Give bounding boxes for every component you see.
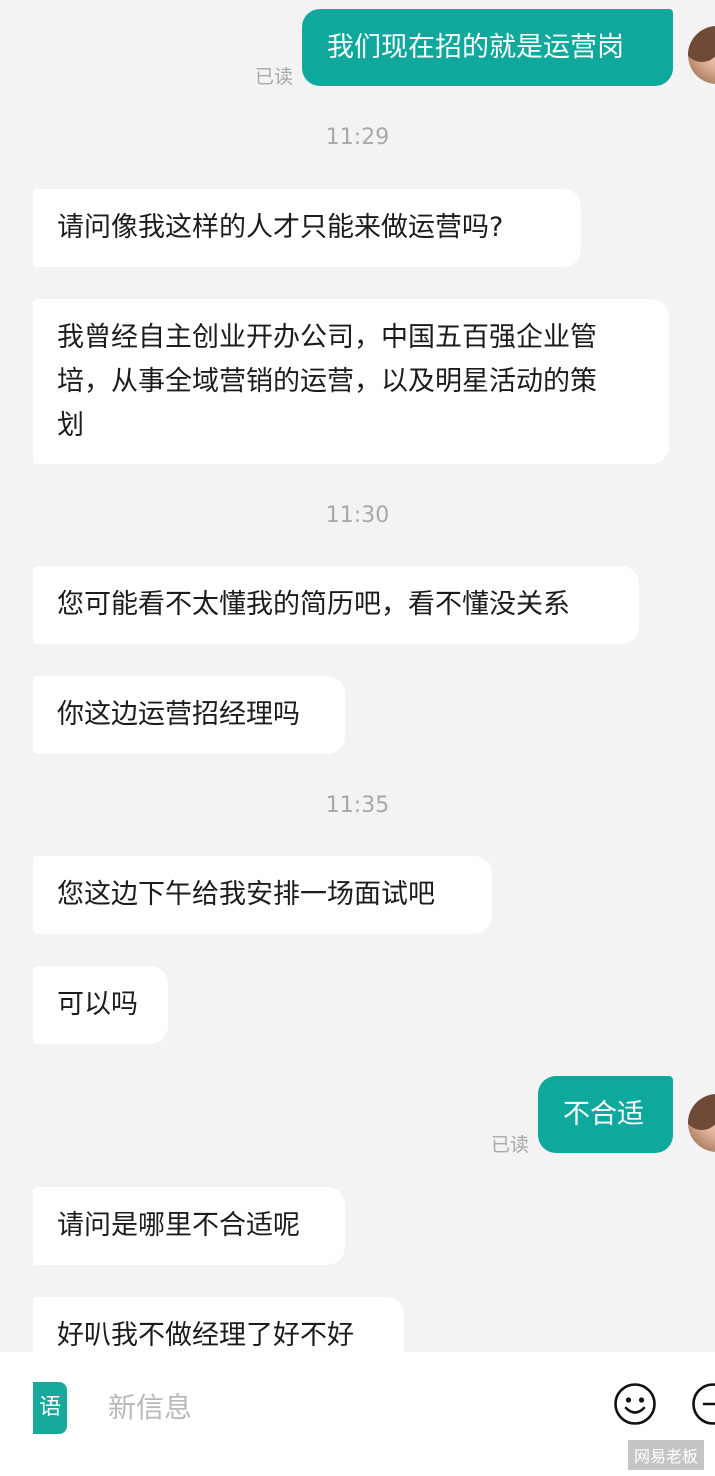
incoming-message[interactable]: 请问是哪里不合适呢: [33, 1187, 345, 1265]
message-line: 划: [57, 410, 84, 441]
common-phrases-label: 语: [38, 1395, 61, 1420]
my-avatar[interactable]: [688, 1094, 715, 1152]
plus-icon[interactable]: [691, 1382, 715, 1426]
message-text: 好叭我不做经理了好不好: [57, 1320, 354, 1351]
read-receipt: 已读: [491, 1134, 530, 1156]
message-text: 你这边运营招经理吗: [57, 699, 300, 730]
incoming-message[interactable]: 您这边下午给我安排一场面试吧: [33, 856, 492, 934]
my-avatar[interactable]: [688, 26, 715, 84]
outgoing-message[interactable]: 我们现在招的就是运营岗: [302, 9, 673, 86]
input-bar: 语 新信息: [0, 1352, 715, 1476]
message-text: 您可能看不太懂我的简历吧，看不懂没关系: [57, 589, 570, 620]
message-text: 可以吗: [57, 989, 138, 1020]
timestamp: 11:30: [325, 503, 390, 528]
message-line: 我曾经自主创业开办公司，中国五百强企业管: [57, 322, 597, 353]
timestamp: 11:35: [325, 793, 390, 818]
watermark: 网易老板: [628, 1440, 705, 1470]
timestamp: 11:29: [325, 125, 390, 150]
message-text: 我们现在招的就是运营岗: [327, 32, 624, 63]
chat-area[interactable]: 我们现在招的就是运营岗 已读 11:29 请问像我这样的人才只能来做运营吗? 我…: [0, 0, 715, 1375]
incoming-message[interactable]: 我曾经自主创业开办公司，中国五百强企业管 培，从事全域营销的运营，以及明星活动的…: [33, 299, 669, 464]
outgoing-message[interactable]: 不合适: [538, 1076, 673, 1153]
incoming-message[interactable]: 请问像我这样的人才只能来做运营吗?: [33, 189, 581, 267]
message-text: 请问像我这样的人才只能来做运营吗?: [57, 212, 504, 243]
emoji-icon[interactable]: [613, 1382, 657, 1426]
message-text: 不合适: [563, 1099, 644, 1130]
common-phrases-button[interactable]: 语: [33, 1382, 67, 1434]
message-line: 培，从事全域营销的运营，以及明星活动的策: [57, 366, 597, 397]
incoming-message[interactable]: 可以吗: [33, 966, 168, 1044]
message-text: 请问是哪里不合适呢: [57, 1210, 300, 1241]
message-input[interactable]: 新信息: [108, 1386, 192, 1426]
message-text: 您这边下午给我安排一场面试吧: [57, 879, 435, 910]
incoming-message[interactable]: 您可能看不太懂我的简历吧，看不懂没关系: [33, 566, 639, 644]
read-receipt: 已读: [255, 66, 294, 88]
incoming-message[interactable]: 你这边运营招经理吗: [33, 676, 345, 754]
